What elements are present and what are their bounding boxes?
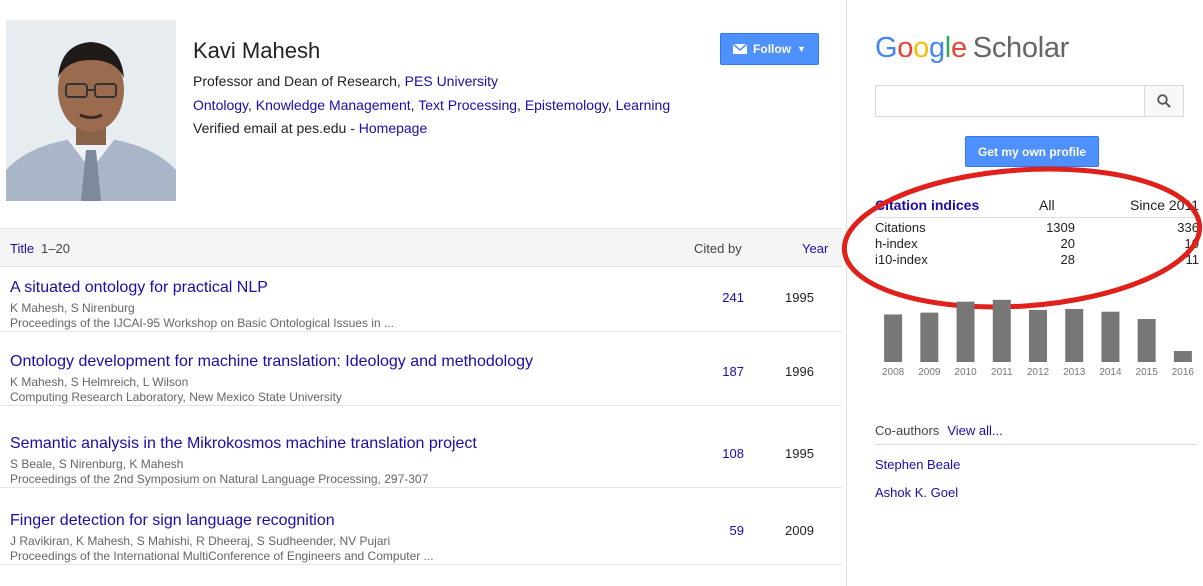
- chart-bar[interactable]: [1029, 309, 1047, 362]
- logo-letter: o: [913, 32, 929, 64]
- article-authors: J Ravikiran, K Mahesh, S Mahishi, R Dhee…: [10, 534, 391, 548]
- chart-bar[interactable]: [884, 314, 903, 362]
- article-year: 1995: [785, 290, 814, 305]
- profile-main: Kavi Mahesh Professor and Dean of Resear…: [0, 0, 842, 586]
- interest-link[interactable]: Knowledge Management: [256, 97, 411, 113]
- article-venue: Computing Research Laboratory, New Mexic…: [10, 390, 342, 404]
- follow-button[interactable]: Follow ▼: [720, 33, 819, 65]
- coauthors-header: Co-authors View all...: [875, 423, 1197, 445]
- cited-count[interactable]: 59: [730, 523, 744, 538]
- article-year: 1995: [785, 446, 814, 461]
- chart-year-label: 2009: [918, 367, 941, 378]
- logo-letter: g: [928, 32, 945, 64]
- logo-letter: e: [950, 32, 967, 64]
- chart-bar[interactable]: [920, 312, 939, 362]
- chart-year-label: 2016: [1172, 367, 1195, 378]
- coauthor-link[interactable]: Stephen Beale: [875, 457, 960, 472]
- interest-link[interactable]: Epistemology: [525, 97, 608, 113]
- chart-bar[interactable]: [1137, 319, 1156, 362]
- profile-affiliation: Professor and Dean of Research, PES Univ…: [193, 73, 498, 89]
- affiliation-text: Professor and Dean of Research,: [193, 73, 405, 89]
- chart-bar[interactable]: [956, 301, 975, 362]
- chart-year-label: 2013: [1063, 367, 1086, 378]
- article-row: Ontology development for machine transla…: [0, 342, 842, 406]
- article-authors: K Mahesh, S Nirenburg: [10, 301, 135, 315]
- article-row: Finger detection for sign language recog…: [0, 501, 842, 565]
- coauthor-link[interactable]: Ashok K. Goel: [875, 485, 958, 500]
- article-year: 1996: [785, 364, 814, 379]
- chart-year-label: 2008: [882, 367, 905, 378]
- article-authors: S Beale, S Nirenburg, K Mahesh: [10, 457, 184, 471]
- google-scholar-logo[interactable]: Google Scholar: [875, 32, 1069, 65]
- article-venue: Proceedings of the 2nd Symposium on Natu…: [10, 472, 429, 486]
- chart-year-label: 2011: [991, 367, 1013, 378]
- logo-letter: G: [875, 32, 898, 64]
- chart-bar[interactable]: [1173, 351, 1192, 362]
- article-row: A situated ontology for practical NLP K …: [0, 268, 842, 332]
- interest-link[interactable]: Learning: [616, 97, 671, 113]
- logo-scholar-text: Scholar: [972, 32, 1070, 64]
- chart-bar[interactable]: [992, 299, 1011, 362]
- search-input[interactable]: [875, 85, 1172, 117]
- affiliation-link[interactable]: PES University: [405, 73, 498, 89]
- article-title[interactable]: Semantic analysis in the Mikrokosmos mac…: [10, 435, 477, 453]
- profile-interests: Ontology, Knowledge Management, Text Pro…: [193, 97, 671, 113]
- chevron-down-icon: ▼: [797, 44, 806, 54]
- search-button[interactable]: [1144, 85, 1184, 117]
- sort-by-title[interactable]: Title: [10, 241, 34, 256]
- article-row: Semantic analysis in the Mikrokosmos mac…: [0, 424, 842, 488]
- chart-bar[interactable]: [1101, 311, 1120, 362]
- scholar-profile-page: Kavi Mahesh Professor and Dean of Resear…: [0, 0, 1203, 586]
- cited-count[interactable]: 187: [722, 364, 744, 379]
- cited-count[interactable]: 241: [722, 290, 744, 305]
- sort-by-year[interactable]: Year: [802, 241, 828, 256]
- chart-year-label: 2015: [1136, 367, 1159, 378]
- view-all-coauthors-link[interactable]: View all...: [947, 423, 1002, 438]
- search-icon: [1157, 94, 1171, 108]
- article-venue: Proceedings of the International MultiCo…: [10, 549, 434, 563]
- coauthors-title: Co-authors: [875, 423, 940, 438]
- email-text: Verified email at pes.edu -: [193, 120, 359, 136]
- citations-per-year-chart: 2008 2009 2010 2011 2012 2013 2014 2015 2016: [882, 299, 1195, 378]
- article-year: 2009: [785, 523, 814, 538]
- chart-bar[interactable]: [1065, 308, 1084, 362]
- article-venue: Proceedings of the IJCAI-95 Workshop on …: [10, 316, 394, 330]
- interest-link[interactable]: Ontology: [193, 97, 248, 113]
- homepage-link[interactable]: Homepage: [359, 120, 428, 136]
- profile-email: Verified email at pes.edu - Homepage: [193, 120, 427, 136]
- cited-by-header: Cited by: [694, 241, 742, 256]
- article-title[interactable]: Ontology development for machine transla…: [10, 353, 533, 371]
- article-authors: K Mahesh, S Helmreich, L Wilson: [10, 375, 189, 389]
- profile-photo: [6, 20, 176, 201]
- chart-year-label: 2012: [1027, 367, 1050, 378]
- chart-year-label: 2014: [1099, 367, 1122, 378]
- interest-link[interactable]: Text Processing: [418, 97, 517, 113]
- articles-header: Title 1–20 Cited by Year: [0, 228, 842, 267]
- article-title[interactable]: A situated ontology for practical NLP: [10, 279, 268, 297]
- profile-name: Kavi Mahesh: [193, 38, 321, 63]
- profile-sidebar: Google Scholar Get my own profile Citatio…: [841, 0, 1203, 586]
- article-range: 1–20: [41, 241, 70, 256]
- article-title[interactable]: Finger detection for sign language recog…: [10, 512, 335, 530]
- follow-label: Follow: [753, 42, 792, 56]
- cited-count[interactable]: 108: [722, 446, 744, 461]
- chart-year-label: 2010: [954, 367, 977, 378]
- envelope-icon: [733, 44, 748, 54]
- logo-letter: o: [897, 32, 914, 64]
